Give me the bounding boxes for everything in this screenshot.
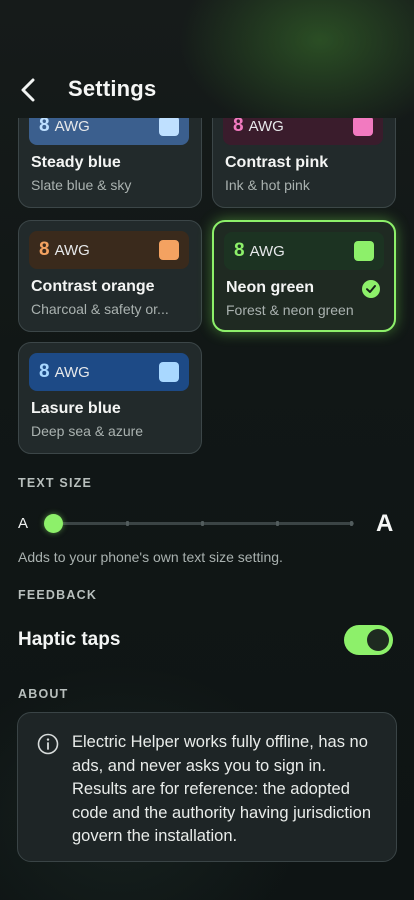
gauge-unit: AWG — [54, 241, 90, 259]
theme-name: Steady blue — [31, 154, 121, 171]
theme-card-contrast-pink[interactable]: 8 AWG Contrast pink Ink & hot pink — [212, 118, 396, 208]
toggle-knob — [367, 629, 389, 651]
theme-swatch: 8 AWG — [29, 353, 189, 391]
check-circle-icon — [362, 280, 380, 298]
text-size-large-label: A — [376, 510, 394, 537]
theme-description: Deep sea & azure — [31, 423, 144, 439]
theme-swatch: 8 AWG — [29, 231, 189, 269]
gauge-number: 8 — [39, 361, 50, 382]
color-chip — [354, 241, 374, 261]
color-chip — [159, 118, 179, 136]
theme-name: Contrast pink — [225, 154, 329, 171]
theme-name: Neon green — [226, 279, 315, 296]
gauge-number: 8 — [233, 118, 244, 136]
theme-grid: 8 AWG Steady blue Slate blue & sky 8 AWG… — [0, 118, 414, 458]
theme-swatch: 8 AWG — [29, 118, 189, 145]
back-button[interactable] — [14, 74, 42, 106]
about-section-label: ABOUT — [18, 687, 69, 701]
color-chip — [159, 240, 179, 260]
text-size-slider[interactable]: A A — [0, 506, 414, 542]
theme-description: Forest & neon green — [226, 302, 354, 318]
text-size-section-label: TEXT SIZE — [18, 476, 93, 490]
gauge-unit: AWG — [249, 242, 285, 260]
theme-swatch: 8 AWG — [224, 232, 384, 270]
slider-tick — [350, 521, 353, 526]
color-chip — [159, 362, 179, 382]
chevron-left-icon — [21, 78, 35, 102]
gauge-unit: AWG — [54, 118, 90, 135]
info-circle-icon — [37, 733, 59, 755]
about-card: Electric Helper works fully offline, has… — [17, 712, 397, 862]
about-text: Electric Helper works fully offline, has… — [72, 733, 372, 845]
theme-description: Ink & hot pink — [225, 177, 310, 193]
slider-tick — [126, 521, 129, 526]
text-size-small-label: A — [18, 515, 29, 532]
text-size-hint: Adds to your phone's own text size setti… — [18, 549, 283, 565]
gauge-number: 8 — [39, 239, 50, 260]
gauge-unit: AWG — [248, 118, 284, 135]
slider-tick — [276, 521, 279, 526]
slider-tick — [201, 521, 204, 526]
haptic-taps-label: Haptic taps — [18, 629, 121, 650]
header: Settings — [0, 68, 414, 112]
theme-description: Charcoal & safety or... — [31, 301, 169, 317]
color-chip — [353, 118, 373, 136]
theme-card-contrast-orange[interactable]: 8 AWG Contrast orange Charcoal & safety … — [18, 220, 202, 332]
feedback-section-label: FEEDBACK — [18, 588, 98, 602]
theme-swatch: 8 AWG — [223, 118, 383, 145]
page-title: Settings — [68, 76, 157, 101]
gauge-number: 8 — [39, 118, 50, 136]
haptic-taps-toggle[interactable] — [344, 625, 393, 655]
theme-card-neon-green[interactable]: 8 AWG Neon green Forest & neon green — [212, 220, 396, 332]
theme-name: Contrast orange — [31, 278, 155, 295]
gauge-unit: AWG — [54, 363, 90, 381]
slider-thumb[interactable] — [44, 514, 63, 533]
gauge-number: 8 — [234, 240, 245, 261]
theme-card-steady-blue[interactable]: 8 AWG Steady blue Slate blue & sky — [18, 118, 202, 208]
theme-card-lasure-blue[interactable]: 8 AWG Lasure blue Deep sea & azure — [18, 342, 202, 454]
theme-name: Lasure blue — [31, 400, 121, 417]
theme-description: Slate blue & sky — [31, 177, 132, 193]
